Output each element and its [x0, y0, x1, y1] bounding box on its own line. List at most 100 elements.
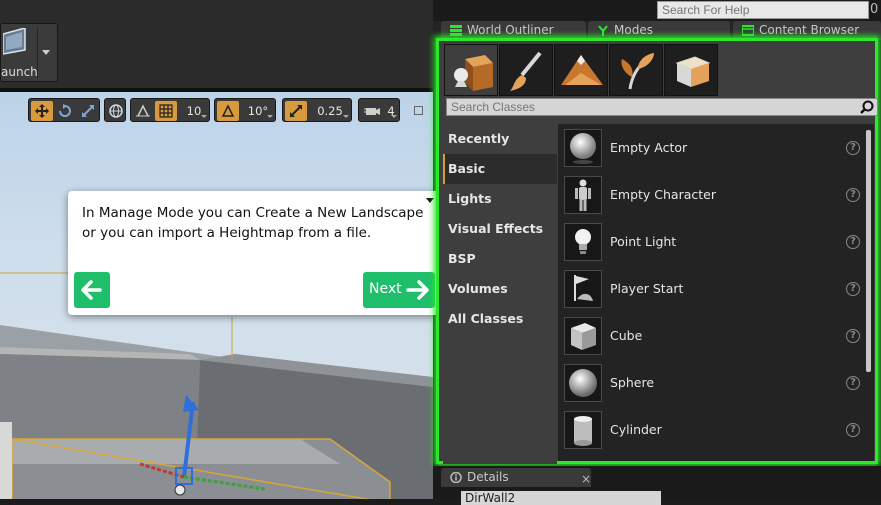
thumbnail — [564, 129, 602, 167]
rotation-snap-value-dropdown[interactable]: 10° — [241, 101, 275, 121]
place-mode-icon — [454, 55, 493, 91]
chevron-down-icon — [343, 115, 349, 118]
camera-speed-button[interactable] — [361, 101, 383, 121]
modes-icon — [598, 25, 608, 36]
move-arrows-icon — [35, 104, 49, 118]
coordinate-space-group — [104, 98, 126, 122]
translate-mode-button[interactable] — [31, 101, 53, 121]
grid-snap-toggle[interactable] — [155, 101, 177, 121]
launch-options-chevron-icon[interactable] — [42, 50, 50, 55]
help-icon[interactable]: ? — [846, 235, 860, 249]
thumbnail — [564, 364, 602, 402]
chevron-down-icon — [391, 115, 397, 118]
rotation-snap-toggle[interactable] — [217, 101, 239, 121]
grid-snap-group: 10 — [130, 98, 210, 122]
surface-snap-icon — [136, 104, 150, 117]
arrow-right-icon — [406, 280, 429, 300]
category-recently-placed[interactable]: Recently Placed — [443, 124, 557, 176]
help-search-clear-icon[interactable]: 0 — [870, 2, 881, 18]
camera-icon — [364, 108, 380, 115]
list-item-player-start[interactable]: Player Start ? — [558, 266, 863, 313]
geometry-cube-icon — [675, 56, 711, 87]
item-label: Cylinder — [610, 422, 662, 437]
scale-icon — [82, 105, 94, 117]
world-space-button[interactable] — [106, 101, 126, 121]
thumbnail — [564, 223, 602, 261]
scale-snap-value-dropdown[interactable]: 0.25 — [309, 101, 351, 121]
rotate-icon — [59, 104, 71, 117]
search-classes-input[interactable] — [446, 98, 878, 116]
class-item-list: Empty Actor ? Empty Character ? Point Li… — [558, 124, 874, 461]
item-label: Empty Actor — [610, 140, 688, 155]
tutorial-back-button[interactable] — [74, 272, 110, 308]
main-toolbar: aunch — [0, 0, 433, 88]
tab-label: World Outliner — [467, 23, 554, 37]
thumbnail — [564, 317, 602, 355]
category-bsp[interactable]: BSP — [443, 244, 557, 274]
category-visual-effects[interactable]: Visual Effects — [443, 214, 557, 244]
actor-name-field[interactable]: DirWall2 — [461, 491, 661, 505]
transform-mode-group — [28, 98, 100, 122]
category-list: Recently Placed Basic Lights Visual Effe… — [443, 124, 557, 464]
close-icon[interactable]: × — [581, 470, 591, 489]
list-item-cylinder[interactable]: Cylinder ? — [558, 407, 863, 454]
list-item-point-light[interactable]: Point Light ? — [558, 219, 863, 266]
outliner-icon — [450, 25, 462, 36]
details-panel-header: Details × DirWall2 — [433, 466, 881, 505]
list-item-cube[interactable]: Cube ? — [558, 313, 863, 360]
paint-mode-button[interactable] — [499, 44, 553, 96]
launch-label: aunch — [1, 65, 38, 79]
camera-speed-value-dropdown[interactable]: 4 — [383, 101, 399, 121]
help-icon[interactable]: ? — [846, 423, 860, 437]
list-item-empty-character[interactable]: Empty Character ? — [558, 172, 863, 219]
surface-snap-button[interactable] — [133, 101, 153, 121]
help-icon[interactable]: ? — [846, 282, 860, 296]
item-label: Empty Character — [610, 187, 716, 202]
help-icon[interactable]: ? — [846, 141, 860, 155]
cube-thumbnail-icon — [571, 323, 596, 350]
lightbulb-thumbnail-icon — [575, 229, 591, 254]
help-icon[interactable]: ? — [846, 376, 860, 390]
camera-speed-group: 4 — [358, 98, 400, 122]
help-icon[interactable]: ? — [846, 329, 860, 343]
angle-icon — [221, 104, 235, 117]
help-icon[interactable]: ? — [846, 188, 860, 202]
item-label: Cube — [610, 328, 643, 343]
chevron-down-icon — [267, 115, 273, 118]
thumbnail — [564, 411, 602, 449]
launch-monitor-icon — [3, 28, 26, 55]
maximize-viewport-icon[interactable] — [414, 106, 423, 115]
category-lights[interactable]: Lights — [443, 184, 557, 214]
globe-icon — [109, 104, 123, 118]
foliage-leaf-icon — [621, 53, 654, 90]
landscape-mode-button[interactable] — [554, 44, 608, 96]
grid-snap-value-dropdown[interactable]: 10 — [179, 101, 209, 121]
thumbnail — [564, 270, 602, 308]
rotate-mode-button[interactable] — [54, 101, 76, 121]
scale-snap-toggle[interactable] — [285, 101, 307, 121]
category-all-classes[interactable]: All Classes — [443, 304, 557, 334]
item-list-scrollbar[interactable] — [866, 130, 871, 372]
launch-button[interactable]: aunch — [0, 23, 58, 82]
help-search-input[interactable] — [657, 1, 869, 19]
category-basic[interactable]: Basic — [443, 154, 557, 184]
next-label: Next — [369, 281, 402, 297]
item-label: Sphere — [610, 375, 655, 390]
rotation-snap-value: 10° — [247, 104, 269, 118]
scale-snap-icon — [290, 105, 302, 117]
category-volumes[interactable]: Volumes — [443, 274, 557, 304]
tutorial-menu-chevron-icon[interactable] — [426, 198, 434, 203]
place-mode-button[interactable] — [444, 44, 498, 96]
character-thumbnail-icon — [575, 179, 591, 211]
thumbnail — [564, 176, 602, 214]
scale-snap-value: 0.25 — [317, 104, 343, 118]
geometry-mode-button[interactable] — [664, 44, 718, 96]
tab-details[interactable]: Details × — [441, 468, 591, 487]
foliage-mode-button[interactable] — [609, 44, 663, 96]
list-item-empty-actor[interactable]: Empty Actor ? — [558, 125, 863, 172]
tutorial-next-button[interactable]: Next — [363, 272, 435, 308]
list-item-sphere[interactable]: Sphere ? — [558, 360, 863, 407]
scale-mode-button[interactable] — [77, 101, 99, 121]
chevron-down-icon — [201, 115, 207, 118]
sphere-thumbnail-icon — [569, 369, 597, 397]
